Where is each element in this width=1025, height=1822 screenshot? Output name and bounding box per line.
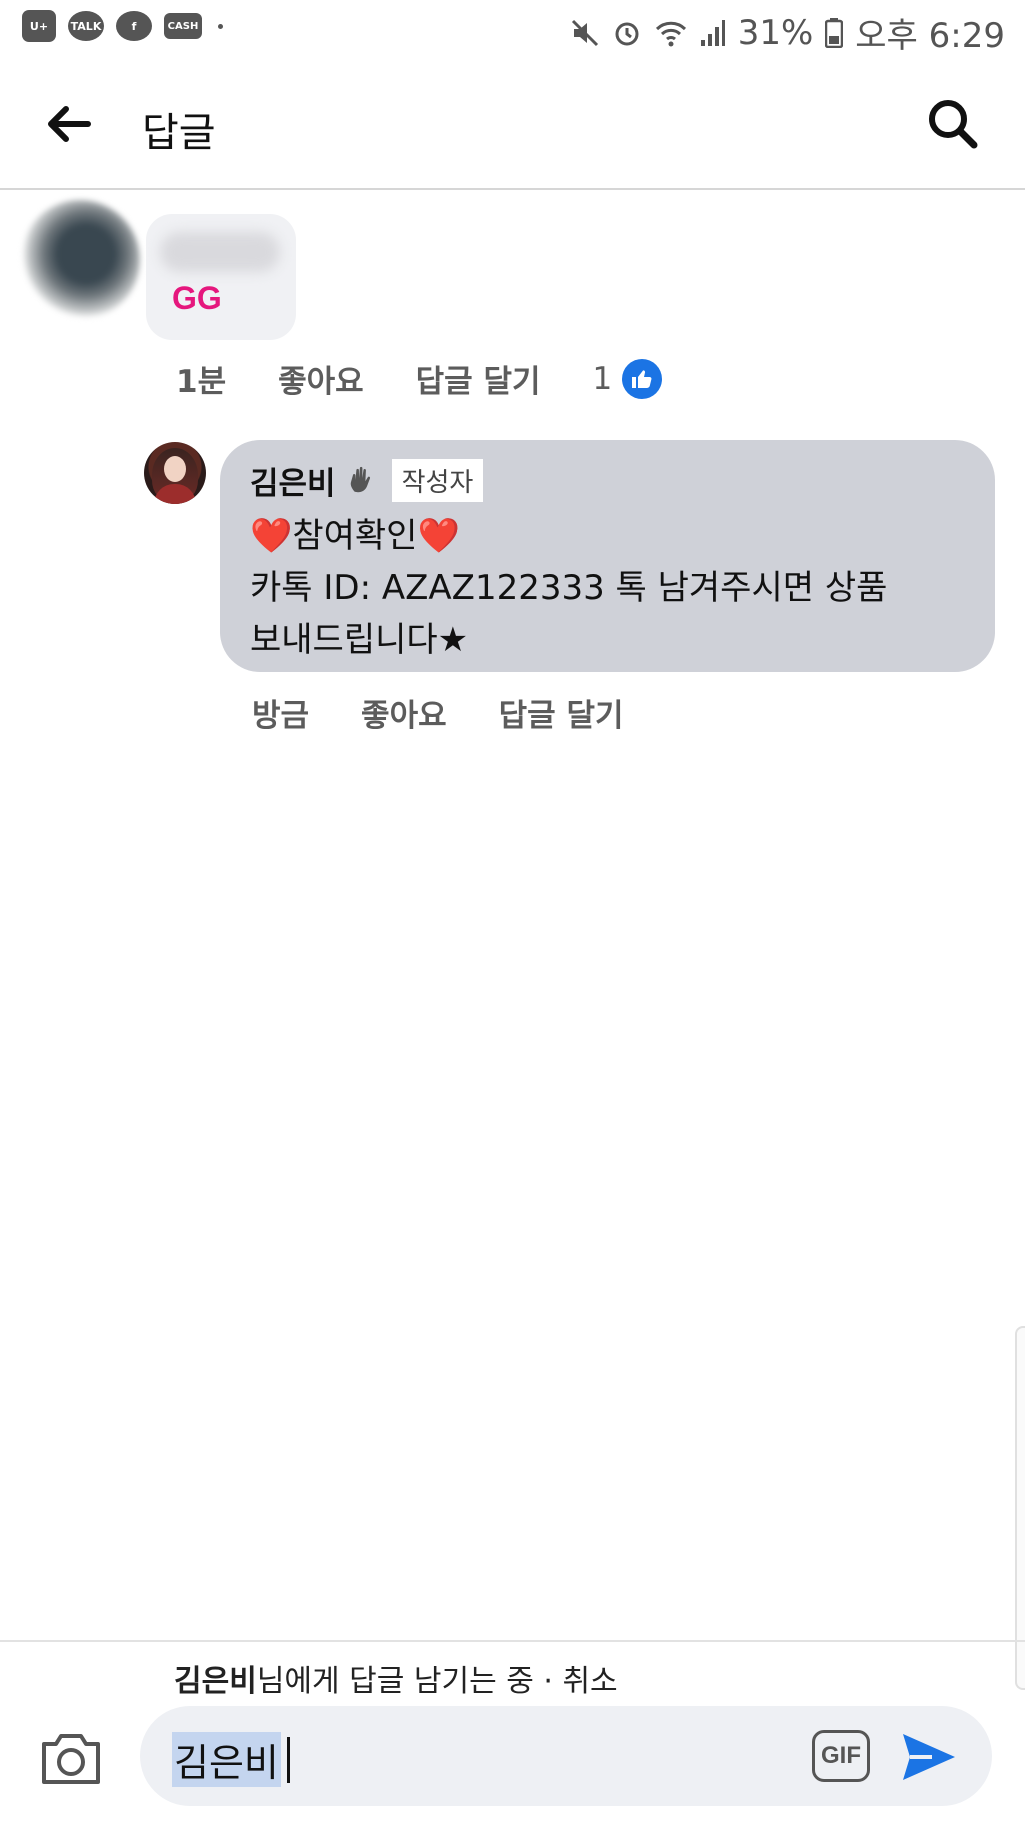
comment-reactions[interactable]: 1 (592, 358, 663, 399)
search-button[interactable] (925, 96, 981, 152)
arrow-left-icon (48, 106, 91, 142)
scroll-indicator[interactable] (1015, 1326, 1025, 1690)
kakao-talk-icon: TALK (68, 11, 104, 41)
send-icon (903, 1734, 955, 1780)
comment-reply-button[interactable]: 답글 달기 (416, 356, 541, 401)
back-button[interactable] (44, 100, 92, 148)
comment-text: GG (172, 280, 222, 316)
replying-to-banner: 김은비님에게 답글 남기는 중 · 취소 (174, 1656, 618, 1700)
reply-header: 김은비 작성자 (250, 458, 484, 503)
cancel-reply-button[interactable]: 취소 (562, 1664, 617, 1699)
replying-to-text: 님에게 답글 남기는 중 · (256, 1664, 563, 1699)
send-button[interactable] (900, 1730, 958, 1784)
camera-icon (42, 1734, 100, 1784)
reply-reply-button[interactable]: 답글 달기 (499, 690, 624, 735)
comment-time: 1분 (176, 364, 227, 400)
commenter-avatar[interactable] (20, 200, 140, 320)
reply-line-2: 카톡 ID: AZAZ122333 톡 남겨주시면 상품 (250, 568, 888, 608)
composer-divider (0, 1640, 1025, 1642)
thumbs-up-icon (622, 358, 663, 399)
reply-line-3: 보내드립니다★ (250, 620, 469, 660)
alarm-icon (615, 22, 639, 45)
heart-icon: ❤️ (417, 516, 460, 556)
heart-icon: ❤️ (250, 516, 293, 556)
reply-time: 방금 (252, 698, 310, 734)
facebook-icon: f (116, 11, 152, 41)
wifi-icon (655, 21, 686, 46)
more-dot-icon (218, 23, 223, 29)
comment-bubble[interactable]: GG (146, 214, 296, 340)
system-status: 31% 오후 6:29 (570, 8, 1005, 57)
like-count: 1 (592, 360, 613, 397)
app-header: 답글 (0, 60, 1025, 190)
mute-icon (571, 19, 598, 46)
text-caret (286, 1736, 290, 1783)
reply-like-button[interactable]: 좋아요 (361, 690, 447, 735)
reply-author-name[interactable]: 김은비 (250, 458, 336, 503)
commenter-name-blurred (160, 232, 280, 272)
comment-actions: 1분 좋아요 답글 달기 1 (176, 356, 663, 401)
waving-hand-icon (350, 466, 370, 492)
status-bar: U+ TALK f CASH 31% 오후 6:29 (0, 0, 1025, 60)
mention-tag: 김은비 (172, 1732, 281, 1787)
signal-icon (700, 19, 725, 46)
reply-line-1: ❤️참여확인❤️ (250, 516, 460, 556)
u-plus-icon: U+ (22, 10, 56, 42)
reply-actions: 방금 좋아요 답글 달기 (252, 690, 675, 735)
battery-percent: 31% (737, 12, 814, 53)
reply-input[interactable]: 김은비 GIF (140, 1706, 992, 1806)
notification-icons: U+ TALK f CASH (22, 10, 223, 42)
camera-button[interactable] (38, 1728, 104, 1788)
clock: 오후 6:29 (855, 16, 1005, 56)
author-badge: 작성자 (391, 459, 484, 502)
page-title: 답글 (142, 110, 216, 156)
comment-like-button[interactable]: 좋아요 (278, 356, 364, 401)
battery-icon (825, 17, 844, 48)
replying-to-name: 김은비 (174, 1664, 257, 1699)
cash-icon: CASH (164, 13, 202, 39)
reply-input-value[interactable]: 김은비 (172, 1732, 290, 1787)
author-avatar[interactable] (144, 442, 206, 504)
reply-bubble[interactable]: 김은비 작성자 ❤️참여확인❤️ 카톡 ID: AZAZ122333 톡 남겨주… (220, 440, 995, 672)
search-icon (929, 100, 978, 149)
reply-text: ❤️참여확인❤️ 카톡 ID: AZAZ122333 톡 남겨주시면 상품 보내… (250, 510, 970, 666)
gif-button[interactable]: GIF (812, 1730, 870, 1782)
